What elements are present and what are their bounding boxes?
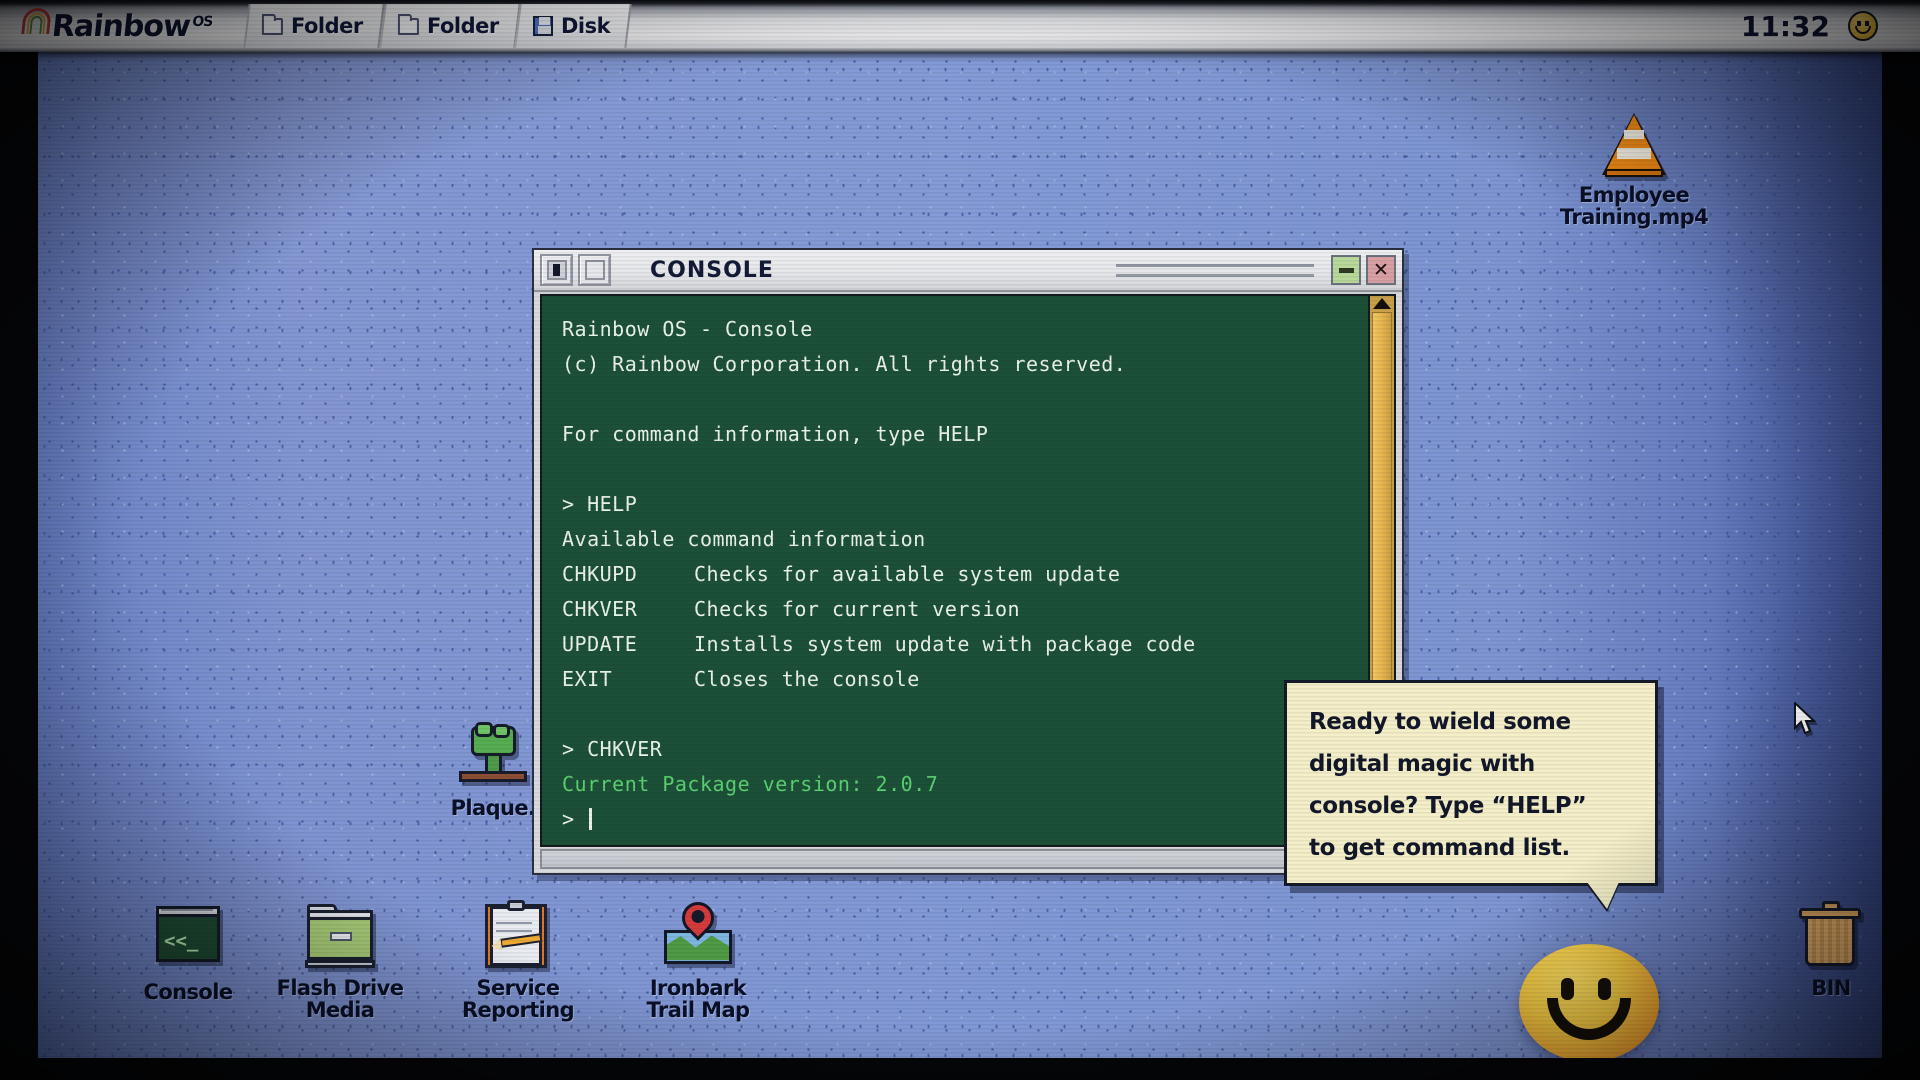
taskbar-tab-label: Folder (427, 14, 499, 38)
desktop-icon-employee-training[interactable]: Employee Training.mp4 (1559, 107, 1709, 229)
taskbar-tray: 11:32 (1741, 10, 1878, 43)
prompt-symbol: > (562, 807, 575, 831)
desktop-icon-flash-drive-media[interactable]: Flash Drive Media (265, 900, 415, 1022)
map-pin-icon (662, 900, 734, 972)
console-line: > CHKVER (562, 732, 1354, 767)
command-desc: Checks for current version (694, 592, 1020, 627)
crt-screen: Rainbow OS Folder Folder Disk 11:32 (0, 0, 1920, 1080)
taskbar-tab-folder-2[interactable]: Folder (379, 4, 520, 48)
desktop-icon-service-reporting[interactable]: Service Reporting (443, 900, 593, 1022)
disk-icon (533, 16, 553, 36)
console-blank-line (562, 382, 1354, 417)
clipboard-pencil-icon (482, 900, 554, 972)
close-button[interactable]: ✕ (1366, 255, 1396, 285)
assistant-tooltip-bubble[interactable]: Ready to wield some digital magic with c… (1284, 680, 1658, 886)
rainbow-os-logo[interactable]: Rainbow OS (50, 9, 213, 44)
rainbow-arc-icon (21, 8, 52, 34)
desktop-icon-console[interactable]: <<_ Console (113, 904, 263, 1003)
tooltip-tail (1587, 882, 1619, 909)
command-name: CHKVER (562, 592, 694, 627)
command-name: UPDATE (562, 627, 694, 662)
desktop-icon-ironbark-trail-map[interactable]: Ironbark Trail Map (623, 900, 773, 1022)
console-blank-line (562, 697, 1354, 732)
desktop-icon-label: Plaque. (451, 797, 536, 819)
taskbar-tab-folder-1[interactable]: Folder (243, 4, 384, 48)
mascot-eye-right (1598, 978, 1611, 1000)
clock: 11:32 (1741, 10, 1830, 43)
terminal-icon: <<_ (152, 904, 224, 976)
tooltip-line-3: console? Type “HELP” (1309, 785, 1635, 827)
window-title: CONSOLE (650, 258, 774, 283)
title-bar-grip (1116, 264, 1314, 277)
smiley-icon[interactable] (1848, 11, 1878, 41)
scroll-up-arrow-icon[interactable] (1373, 298, 1391, 309)
mascot-mouth (1547, 998, 1631, 1040)
close-icon: ✕ (1373, 261, 1389, 280)
console-command-row: CHKUPD Checks for available system updat… (562, 557, 1354, 592)
console-screen[interactable]: Rainbow OS - Console (c) Rainbow Corpora… (540, 294, 1396, 847)
vlc-cone-icon (1598, 107, 1670, 179)
desktop-icon-bin[interactable]: BIN (1756, 900, 1882, 999)
console-input-line[interactable]: > (562, 802, 1354, 837)
text-caret (589, 808, 592, 830)
desktop-icon-label: BIN (1811, 977, 1851, 999)
taskbar-tab-disk[interactable]: Disk (515, 4, 633, 48)
desktop-icon-label: Flash Drive Media (277, 977, 404, 1022)
command-desc: Checks for available system update (694, 557, 1120, 592)
tooltip-line-2: digital magic with (1309, 743, 1635, 785)
tooltip-line-4: to get command list. (1309, 827, 1635, 869)
mascot-eye-left (1561, 978, 1574, 1000)
taskbar-tab-label: Folder (291, 14, 363, 38)
folder-icon (304, 900, 376, 972)
console-line: (c) Rainbow Corporation. All rights rese… (562, 347, 1354, 382)
taskbar-tabs: Folder Folder Disk (246, 0, 630, 52)
command-desc: Closes the console (694, 662, 920, 697)
console-blank-line (562, 452, 1354, 487)
console-version-line: Current Package version: 2.0.7 (562, 767, 1354, 802)
console-line: Available command information (562, 522, 1354, 557)
command-name: CHKUPD (562, 557, 694, 592)
window-status-bar (540, 849, 1396, 869)
desktop-icon-label: Ironbark Trail Map (647, 977, 750, 1022)
taskbar: Rainbow OS Folder Folder Disk 11:32 (0, 0, 1920, 52)
window-menu-button[interactable] (540, 254, 573, 286)
taskbar-tab-label: Disk (561, 14, 610, 38)
console-command-row: EXIT Closes the console (562, 662, 1354, 697)
window-restore-button[interactable] (578, 254, 611, 286)
console-line: For command information, type HELP (562, 417, 1354, 452)
console-command-row: UPDATE Installs system update with packa… (562, 627, 1354, 662)
desktop-icon-label: Employee Training.mp4 (1560, 184, 1708, 229)
plant-icon (457, 720, 529, 792)
smiley-mouth (1855, 26, 1871, 34)
minimize-button[interactable] (1331, 255, 1361, 285)
command-name: EXIT (562, 662, 694, 697)
console-line: Rainbow OS - Console (562, 312, 1354, 347)
desktop-icon-label: Console (144, 981, 233, 1003)
tooltip-line-1: Ready to wield some (1309, 701, 1635, 743)
mouse-cursor (1793, 702, 1819, 738)
folder-icon (398, 18, 419, 35)
command-desc: Installs system update with package code (694, 627, 1196, 662)
folder-icon (262, 18, 283, 35)
console-window[interactable]: CONSOLE ✕ Rainbow OS - Console (c) Rainb… (532, 248, 1404, 875)
minimize-icon (1339, 268, 1354, 273)
logo-superscript: OS (191, 14, 213, 30)
console-line: > HELP (562, 487, 1354, 522)
console-command-row: CHKVER Checks for current version (562, 592, 1354, 627)
console-output: Rainbow OS - Console (c) Rainbow Corpora… (542, 296, 1368, 845)
console-title-bar[interactable]: CONSOLE ✕ (534, 250, 1402, 292)
trash-can-icon (1795, 900, 1867, 972)
assistant-smiley-mascot[interactable] (1519, 944, 1659, 1058)
desktop-icon-label: Service Reporting (462, 977, 574, 1022)
logo-text: Rainbow (50, 9, 191, 44)
